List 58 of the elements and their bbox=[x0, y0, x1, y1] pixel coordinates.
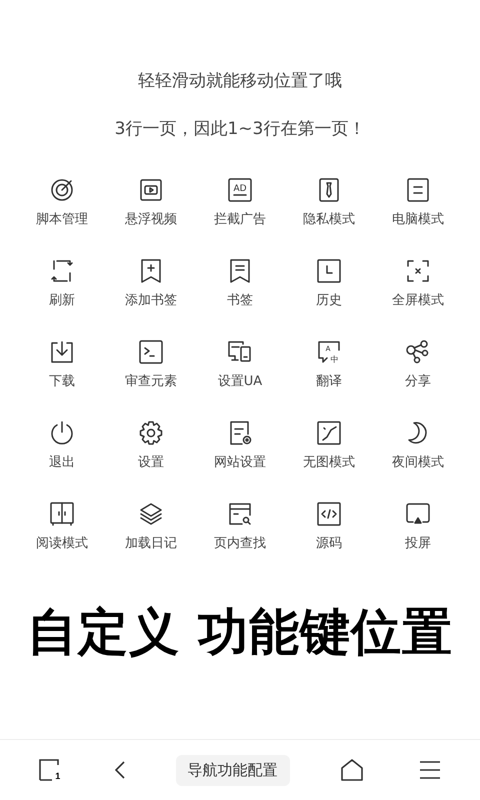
refresh-icon[interactable] bbox=[50, 259, 74, 283]
desktop-icon[interactable] bbox=[406, 178, 430, 202]
feature-label: 书签 bbox=[227, 293, 253, 309]
feature-label: 分享 bbox=[405, 374, 431, 390]
feature-label: 下载 bbox=[49, 374, 75, 390]
clock-icon[interactable] bbox=[317, 259, 341, 283]
headline-text: 自定义 功能键位置 bbox=[26, 602, 454, 662]
feature-label: 退出 bbox=[49, 455, 75, 471]
feature-label: 历史 bbox=[316, 293, 342, 309]
ad-icon[interactable]: AD bbox=[228, 178, 252, 202]
feature-label: 投屏 bbox=[405, 536, 431, 552]
feature-label: 设置 bbox=[138, 455, 164, 471]
image-off-icon[interactable] bbox=[317, 421, 341, 445]
back-icon bbox=[114, 761, 125, 779]
feature-label: 添加书签 bbox=[125, 293, 177, 309]
video-icon[interactable] bbox=[139, 178, 163, 202]
cabinet-icon[interactable] bbox=[50, 502, 74, 526]
code-icon[interactable] bbox=[317, 502, 341, 526]
tabs-button[interactable]: 1 bbox=[35, 755, 64, 785]
share-icon[interactable] bbox=[406, 340, 430, 364]
feature-label: 源码 bbox=[316, 536, 342, 552]
hint-text: 3行一页，因此1~3行在第一页！ bbox=[114, 118, 366, 140]
feature-label: 翻译 bbox=[316, 374, 342, 390]
power-icon[interactable] bbox=[50, 421, 74, 445]
feature-label: 无图模式 bbox=[303, 455, 355, 471]
feature-label: 电脑模式 bbox=[392, 212, 444, 228]
tab-count: 1 bbox=[55, 771, 60, 781]
feature-label: 隐私模式 bbox=[303, 212, 355, 228]
cast-icon[interactable] bbox=[406, 502, 430, 526]
bookmark-icon[interactable] bbox=[228, 259, 252, 283]
terminal-icon[interactable] bbox=[139, 340, 163, 364]
feature-label: 刷新 bbox=[49, 293, 75, 309]
feature-label: 脚本管理 bbox=[36, 212, 88, 228]
document-gear-icon[interactable] bbox=[228, 421, 252, 445]
feature-label: 夜间模式 bbox=[392, 455, 444, 471]
target-icon[interactable] bbox=[50, 178, 74, 202]
devices-icon[interactable] bbox=[228, 340, 252, 364]
tabs-icon bbox=[39, 759, 62, 781]
feature-label: 审查元素 bbox=[125, 374, 177, 390]
search-page-icon[interactable] bbox=[228, 502, 252, 526]
hint-text: 轻轻滑动就能移动位置了哦 bbox=[138, 70, 342, 92]
menu-icon bbox=[418, 759, 441, 781]
tie-icon[interactable] bbox=[317, 178, 341, 202]
download-icon[interactable] bbox=[50, 340, 74, 364]
layers-icon[interactable] bbox=[139, 502, 163, 526]
settings-icon[interactable] bbox=[139, 421, 163, 445]
home-icon bbox=[340, 758, 364, 782]
feature-label: 悬浮视频 bbox=[125, 212, 177, 228]
feature-label: 拦截广告 bbox=[214, 212, 266, 228]
feature-label: 加载日记 bbox=[125, 536, 177, 552]
feature-label: 页内查找 bbox=[214, 536, 266, 552]
feature-label: 网站设置 bbox=[214, 455, 266, 471]
fullscreen-icon[interactable] bbox=[406, 259, 430, 283]
nav-config-button[interactable]: 导航功能配置 bbox=[176, 754, 290, 786]
feature-label: 全屏模式 bbox=[392, 293, 444, 309]
feature-label: 阅读模式 bbox=[36, 536, 88, 552]
feature-label: 设置UA bbox=[218, 374, 262, 390]
bookmark-add-icon[interactable] bbox=[139, 259, 163, 283]
